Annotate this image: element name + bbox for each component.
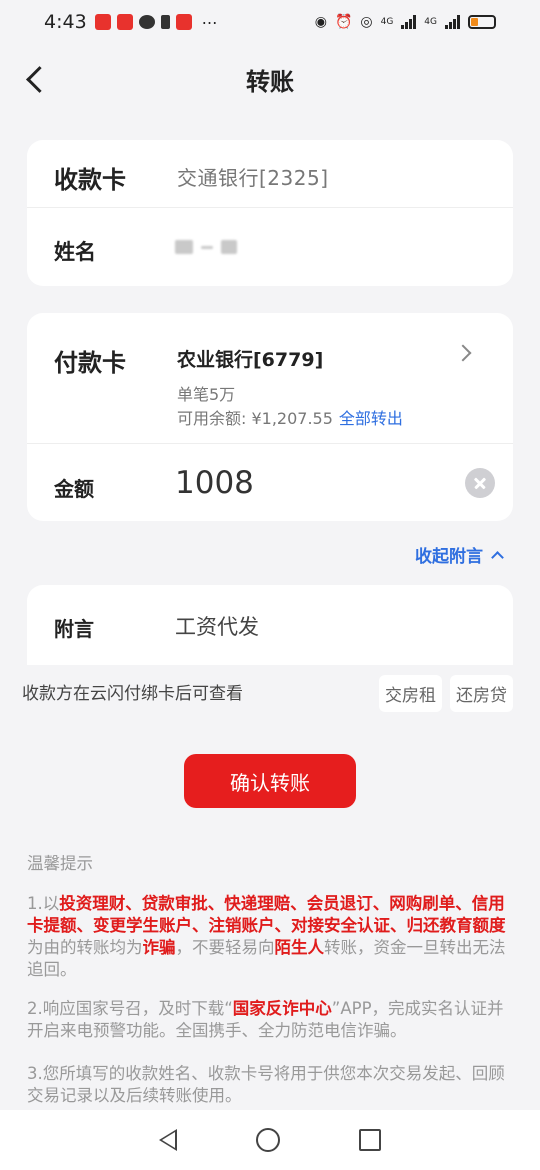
available-balance-text: 可用余额: ¥1,207.55 [177,409,333,428]
app-notification-icon [175,14,192,30]
chevron-right-icon[interactable] [454,344,472,362]
payer-card-label: 付款卡 [54,349,126,377]
available-balance: 可用余额: ¥1,207.55 全部转出 [177,405,403,429]
nav-home-icon[interactable] [255,1128,280,1152]
signal-icon [401,15,417,29]
collapse-memo-toggle[interactable]: 收起附言 [415,542,504,567]
tip-3: 3.您所填写的收款姓名、收款卡号将用于供您本次交易发起、回顾交易记录以及后续转账… [27,1064,505,1105]
payee-card: 收款卡 交通银行[2325] 姓名 [27,140,513,286]
payee-card-value[interactable]: 交通银行[2325] [177,162,329,191]
tip-warning: 诈骗 [142,938,176,957]
collapse-memo-label: 收起附言 [415,547,483,567]
payee-name-label: 姓名 [54,240,96,264]
divider [27,207,513,208]
tip-2: 2.响应国家号召，及时下载“国家反诈中心”APP，完成实名认证并开启来电预警功能… [27,998,515,1042]
tip-warning[interactable]: 国家反诈中心 [233,999,332,1018]
payee-view-note: 收款方在云闪付绑卡后可查看 [22,684,243,704]
payee-card-label: 收款卡 [54,166,126,194]
chat-icon [138,15,155,29]
app-notification-icon [94,14,111,30]
memo-chip[interactable]: 交房租 [379,675,442,712]
payer-bank[interactable]: 农业银行[6779] [177,345,323,372]
battery-icon [468,15,496,29]
memo-suggestions: 交房租 还房贷 [379,675,513,712]
network-type: 4G [380,16,394,27]
clear-icon[interactable] [465,468,495,498]
header: 转账 [0,50,540,108]
page-title: 转账 [246,67,294,96]
amount-label: 金额 [54,477,94,501]
eye-icon: ◉ [314,14,327,30]
notification-icons: ⋯ [94,12,219,32]
network-type: 4G [424,16,437,27]
app-notification-icon [116,14,133,30]
system-nav-bar [0,1110,540,1170]
tip-text: 2.响应国家号召，及时下载“ [27,999,233,1018]
memo-chip[interactable]: 还房贷 [450,675,513,712]
payer-card: 付款卡 农业银行[6779] 单笔5万 可用余额: ¥1,207.55 全部转出 … [27,313,513,521]
status-bar: 4:43 ⋯ ◉ ⏰ ◎ 4G 4G [0,0,540,44]
more-notifications-icon: ⋯ [201,12,219,32]
transfer-all-link[interactable]: 全部转出 [339,409,403,428]
nav-back-icon[interactable] [159,1129,178,1151]
divider [27,443,513,444]
back-arrow-icon[interactable] [22,62,52,96]
tip-text: ，不要轻易向 [175,938,275,957]
battery-alert-icon [160,15,170,29]
alarm-icon: ⏰ [334,14,353,30]
memo-input[interactable]: 工资代发 [175,611,259,641]
clock: 4:43 [44,11,87,33]
hotspot-icon: ◎ [360,14,373,30]
tip-text: 为由的转账均为 [27,938,143,957]
chevron-up-icon [491,550,504,564]
signal-icon [445,15,460,29]
tips-title: 温馨提示 [27,854,93,873]
single-limit: 单笔5万 [177,385,236,404]
memo-card: 附言 工资代发 [27,585,513,665]
memo-label: 附言 [54,617,94,641]
status-icons: ◉ ⏰ ◎ 4G 4G [315,14,496,30]
tip-text: 1.以 [27,894,60,913]
amount-input[interactable]: 1008 [175,465,254,501]
nav-recents-icon[interactable] [358,1129,381,1151]
tip-1: 1.以投资理财、贷款审批、快递理赔、会员退订、网购刷单、信用卡提额、变更学生账户… [27,893,515,981]
tip-warning: 投资理财、贷款审批、快递理赔、会员退订、网购刷单、信用卡提额、变更学生账户、注销… [27,894,506,935]
confirm-transfer-button[interactable]: 确认转账 [184,754,356,808]
tip-warning: 陌生人 [274,938,325,957]
masked-name [175,238,241,256]
